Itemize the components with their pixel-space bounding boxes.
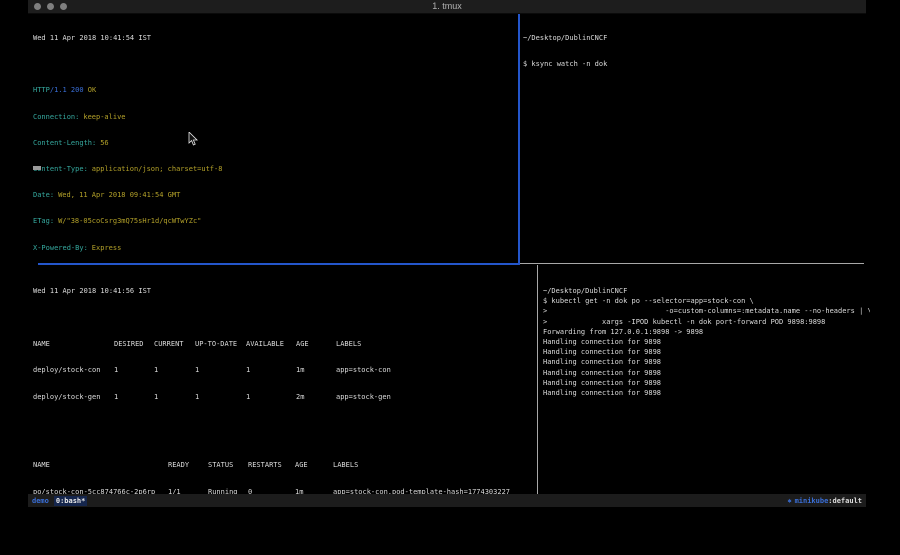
kubernetes-helm-icon: ⎈: [787, 497, 791, 505]
pods-table: NAMEREADYSTATUSRESTARTSAGELABELS po/stoc…: [33, 444, 541, 499]
kube-namespace: :default: [828, 497, 862, 505]
timestamp: Wed 11 Apr 2018 10:41:54 IST: [33, 33, 522, 43]
deployments-table: NAMEDESIREDCURRENTUP-TO-DATEAVAILABLEAGE…: [33, 323, 541, 418]
pane-divider-horizontal-left[interactable]: [38, 263, 520, 265]
table-header-row: NAMEDESIREDCURRENTUP-TO-DATEAVAILABLEAGE…: [33, 339, 541, 349]
terminal-cursor: [33, 166, 41, 170]
tmux-status-bar: demo 0:bash* ⎈ minikube :default: [28, 494, 866, 507]
window-title: 1. tmux: [28, 1, 866, 11]
pane-port-forward[interactable]: ~/Desktop/DublinCNCF $ kubectl get -n do…: [539, 265, 870, 499]
pane-divider-horizontal-right[interactable]: [520, 263, 864, 264]
http-header: X-Powered-By:Express: [33, 243, 522, 253]
active-window-tab[interactable]: 0:bash*: [54, 496, 88, 506]
http-header: Content-Type:application/json; charset=u…: [33, 164, 522, 174]
http-status-line: HTTP/1.1 200 OK: [33, 85, 522, 95]
port-forward-output: ~/Desktop/DublinCNCF $ kubectl get -n do…: [543, 286, 870, 398]
mouse-pointer-icon: [146, 124, 198, 156]
terminal-window: 1. tmux Wed 11 Apr 2018 10:41:54 IST HTT…: [28, 0, 866, 508]
http-header: Connection:keep-alive: [33, 112, 522, 122]
timestamp: Wed 11 Apr 2018 10:41:56 IST: [33, 286, 541, 296]
pane-divider-vertical-top[interactable]: [518, 14, 520, 263]
table-row: deploy/stock-con11111mapp=stock-con: [33, 365, 541, 375]
http-header: Date:Wed, 11 Apr 2018 09:41:54 GMT: [33, 190, 522, 200]
http-header: ETag:W/"38-05coCsrg3mQ75sHr1d/qcWTwYZc": [33, 216, 522, 226]
pane-ksync[interactable]: ~/Desktop/DublinCNCF $ ksync watch -n do…: [521, 14, 868, 265]
pane-divider-vertical-bottom[interactable]: [537, 265, 538, 494]
tmux-session: Wed 11 Apr 2018 10:41:54 IST HTTP/1.1 20…: [28, 14, 866, 494]
window-titlebar[interactable]: 1. tmux: [28, 0, 866, 14]
table-header-row: NAMEREADYSTATUSRESTARTSAGELABELS: [33, 460, 541, 470]
pane-kubectl-tables[interactable]: Wed 11 Apr 2018 10:41:56 IST NAMEDESIRED…: [28, 265, 541, 499]
command: $ ksync watch -n dok: [523, 59, 868, 69]
pane-http-response[interactable]: Wed 11 Apr 2018 10:41:54 IST HTTP/1.1 20…: [28, 14, 522, 265]
table-row: deploy/stock-gen11112mapp=stock-gen: [33, 392, 541, 402]
cwd: ~/Desktop/DublinCNCF: [523, 33, 868, 43]
http-header: Content-Length:56: [33, 138, 522, 148]
session-name: demo: [32, 497, 49, 505]
kube-context: minikube: [795, 497, 829, 505]
desktop: 1. tmux Wed 11 Apr 2018 10:41:54 IST HTT…: [0, 0, 900, 555]
